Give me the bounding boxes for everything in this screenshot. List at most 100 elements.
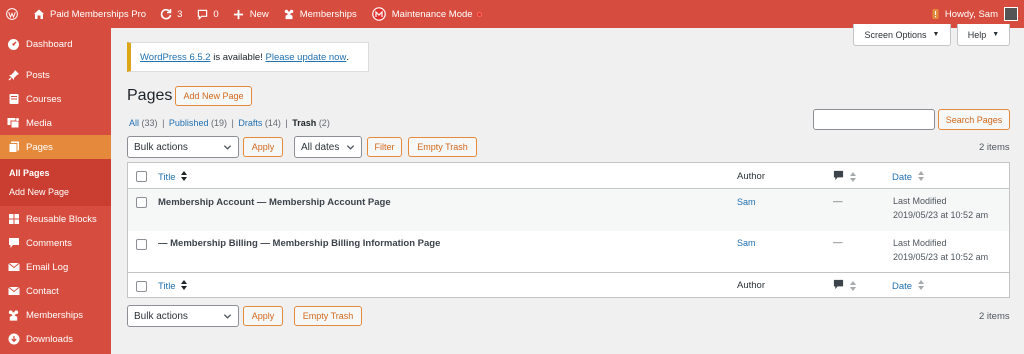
- filter-all[interactable]: All: [129, 118, 139, 128]
- comments-count: 0: [213, 8, 219, 20]
- sidebar-item-label: Downloads: [26, 333, 73, 345]
- page-title-cell[interactable]: — Membership Billing — Membership Billin…: [158, 238, 440, 249]
- book-icon: [7, 93, 20, 106]
- new-content-link[interactable]: New: [226, 0, 276, 28]
- column-title-header[interactable]: Title: [158, 171, 188, 184]
- refresh-icon: [160, 8, 172, 20]
- date-value: 2019/05/23 at 10:52 am: [893, 210, 989, 220]
- pin-icon: [7, 69, 20, 82]
- author-link[interactable]: Sam: [737, 238, 756, 248]
- date-status: Last Modified: [893, 196, 947, 206]
- sidebar-item-label: Email Log: [26, 261, 69, 273]
- chevron-down-icon: [346, 143, 355, 155]
- column-comments-header[interactable]: [833, 170, 856, 185]
- caret-down-icon: ▼: [992, 31, 1000, 38]
- select-all-checkbox[interactable]: [136, 281, 147, 292]
- column-title-header[interactable]: Title: [158, 280, 188, 293]
- page-title: Pages: [127, 87, 173, 104]
- help-button[interactable]: Help ▼: [957, 24, 1010, 46]
- bulk-actions-select-bottom[interactable]: Bulk actions: [127, 305, 239, 327]
- wordpress-icon: [6, 8, 18, 20]
- sidebar-item-reusable-blocks[interactable]: Reusable Blocks: [0, 207, 111, 231]
- submenu-all-pages[interactable]: All Pages: [0, 163, 111, 182]
- howdy-text: Howdy, Sam: [944, 8, 998, 20]
- page-title-cell[interactable]: Membership Account — Membership Account …: [158, 197, 391, 208]
- maintenance-mode-link[interactable]: Maintenance Mode: [364, 0, 489, 28]
- sidebar-item-media[interactable]: Media: [0, 111, 111, 135]
- site-name-link[interactable]: Paid Memberships Pro: [26, 0, 153, 28]
- members-icon: [283, 8, 295, 20]
- maintenance-status-dot: [476, 11, 482, 17]
- author-link[interactable]: Sam: [737, 197, 756, 207]
- screen-options-label: Screen Options: [864, 29, 927, 40]
- filter-button[interactable]: Filter: [367, 137, 402, 157]
- search-pages-button[interactable]: Search Pages: [938, 109, 1010, 130]
- search-input[interactable]: [813, 109, 935, 130]
- sidebar-item-label: Courses: [26, 93, 62, 105]
- row-checkbox[interactable]: [136, 239, 147, 250]
- comments-cell: —: [833, 237, 843, 248]
- plus-icon: [233, 8, 245, 20]
- empty-trash-button-bottom[interactable]: Empty Trash: [294, 306, 362, 326]
- bulk-actions-select-top[interactable]: Bulk actions: [127, 136, 239, 158]
- memberships-link[interactable]: Memberships: [276, 0, 364, 28]
- row-checkbox[interactable]: [136, 197, 147, 208]
- comment-bubble-icon: [833, 170, 844, 184]
- filter-drafts[interactable]: Drafts: [238, 118, 262, 128]
- items-count-top: 2 items: [979, 142, 1010, 153]
- sort-arrows-icon: [181, 280, 188, 293]
- sidebar-item-email-log[interactable]: Email Log: [0, 255, 111, 279]
- sidebar-item-pages[interactable]: Pages: [0, 135, 111, 159]
- blocks-icon: [7, 213, 20, 226]
- wordpress-logo-button[interactable]: [0, 0, 26, 28]
- filter-trash[interactable]: Trash: [292, 118, 316, 128]
- page-icon: [7, 141, 20, 154]
- menu-separator: [0, 56, 111, 63]
- download-icon: [7, 333, 20, 346]
- column-title-label: Title: [158, 281, 176, 293]
- pages-submenu: All Pages Add New Page: [0, 159, 111, 206]
- notice-end: .: [346, 51, 349, 63]
- sidebar-item-comments[interactable]: Comments: [0, 231, 111, 255]
- select-all-checkbox[interactable]: [136, 171, 147, 182]
- column-date-header[interactable]: Date: [892, 171, 924, 184]
- date-filter-select[interactable]: All dates: [294, 136, 362, 158]
- add-new-page-button[interactable]: Add New Page: [175, 86, 252, 106]
- sidebar-item-downloads[interactable]: Downloads: [0, 327, 111, 351]
- date-filter-value: All dates: [301, 141, 340, 153]
- sidebar-item-label: Comments: [26, 237, 72, 249]
- apply-button-top[interactable]: Apply: [243, 137, 283, 157]
- column-author-header: Author: [737, 280, 765, 291]
- notification-icon: [932, 8, 939, 20]
- updates-link[interactable]: 3: [153, 0, 189, 28]
- dashboard-icon: [7, 38, 20, 51]
- sort-arrows-icon: [917, 171, 924, 184]
- column-comments-header[interactable]: [833, 279, 856, 294]
- sidebar-item-dashboard[interactable]: Dashboard: [0, 32, 111, 56]
- memberships-label: Memberships: [299, 8, 357, 20]
- items-count-bottom: 2 items: [979, 311, 1010, 322]
- column-author-header: Author: [737, 171, 765, 182]
- apply-button-bottom[interactable]: Apply: [243, 306, 283, 326]
- mail-icon: [7, 285, 20, 298]
- empty-trash-button-top[interactable]: Empty Trash: [408, 137, 477, 157]
- chevron-down-icon: [223, 143, 232, 155]
- filter-published[interactable]: Published: [169, 118, 209, 128]
- filter-published-count: (19): [210, 118, 227, 128]
- comments-link[interactable]: 0: [189, 0, 225, 28]
- column-date-header[interactable]: Date: [892, 280, 924, 293]
- sidebar-item-memberships[interactable]: Memberships: [0, 303, 111, 327]
- sidebar-item-courses[interactable]: Courses: [0, 87, 111, 111]
- filter-separator: |: [162, 118, 165, 128]
- pages-table: Title Author Date Membership Account — M…: [127, 162, 1010, 298]
- comment-bubble-icon: [196, 8, 208, 20]
- sort-arrows-icon: [849, 280, 856, 294]
- sort-arrows-icon: [849, 171, 856, 185]
- screen-options-button[interactable]: Screen Options ▼: [853, 24, 951, 46]
- sidebar-item-posts[interactable]: Posts: [0, 63, 111, 87]
- submenu-add-new-page[interactable]: Add New Page: [0, 182, 111, 201]
- wordpress-version-link[interactable]: WordPress 6.5.2: [140, 52, 211, 63]
- sidebar-item-contact[interactable]: Contact: [0, 279, 111, 303]
- avatar: [1004, 7, 1018, 21]
- update-now-link[interactable]: Please update now: [266, 52, 347, 63]
